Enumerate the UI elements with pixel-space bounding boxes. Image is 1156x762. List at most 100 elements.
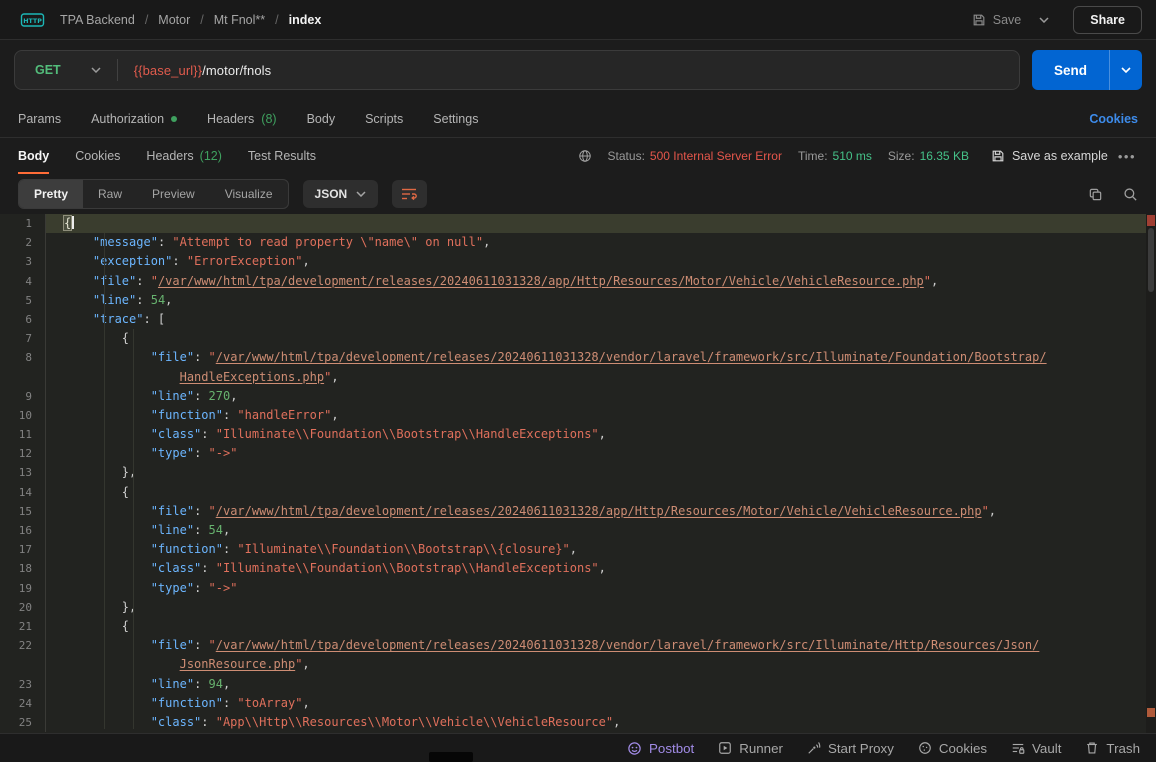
file-path-link[interactable]: JsonResource.php: [180, 657, 296, 671]
code-line-8: 8 "file": "/var/www/html/tpa/development…: [0, 348, 1146, 367]
save-dropdown-button[interactable]: [1033, 11, 1055, 29]
code-line-7: 7 {: [0, 329, 1146, 348]
file-path-link[interactable]: HandleExceptions.php: [180, 370, 325, 384]
code-token: "line": [151, 677, 194, 691]
code-line-24: 24 "function": "toArray",: [0, 694, 1146, 713]
breadcrumb-workspace[interactable]: TPA Backend: [60, 13, 135, 27]
code-line-22: 22 "file": "/var/www/html/tpa/developmen…: [0, 636, 1146, 655]
network-info-icon[interactable]: [578, 149, 592, 163]
line-number: 15: [0, 502, 46, 521]
runner-icon: [718, 741, 732, 755]
file-path-link[interactable]: /var/www/html/tpa/development/releases/2…: [216, 350, 1047, 364]
postbot-icon: [627, 741, 642, 756]
more-actions-button[interactable]: •••: [1116, 145, 1138, 168]
line-number: 3: [0, 252, 46, 271]
view-raw[interactable]: Raw: [83, 180, 137, 208]
response-body-editor[interactable]: 1{2 "message": "Attempt to read property…: [0, 214, 1156, 733]
save-as-example-button[interactable]: Save as example: [991, 149, 1108, 163]
code-text: {: [46, 214, 1146, 233]
code-token: "->": [209, 446, 238, 460]
code-token: "line": [93, 293, 136, 307]
postbot-button[interactable]: Postbot: [627, 741, 694, 756]
url-variable: {{base_url}}: [134, 63, 202, 78]
tab-scripts[interactable]: Scripts: [365, 112, 403, 126]
code-text: "file": "/var/www/html/tpa/development/r…: [46, 502, 1146, 521]
code-token: :: [136, 274, 150, 288]
view-visualize[interactable]: Visualize: [210, 180, 288, 208]
response-tab-test-results[interactable]: Test Results: [248, 138, 316, 174]
file-path-link[interactable]: /var/www/html/tpa/development/releases/2…: [158, 274, 924, 288]
copy-icon: [1088, 187, 1103, 202]
runner-button[interactable]: Runner: [718, 741, 783, 756]
trash-button[interactable]: Trash: [1085, 741, 1140, 756]
vault-button[interactable]: Vault: [1011, 741, 1061, 756]
code-token: {: [122, 331, 129, 345]
file-path-link[interactable]: /var/www/html/tpa/development/releases/2…: [216, 638, 1040, 652]
code-token: 54: [151, 293, 165, 307]
method-selector[interactable]: GET: [15, 51, 117, 89]
code-token: :: [194, 581, 208, 595]
scrollbar-thumb[interactable]: [1148, 228, 1154, 292]
tab-params[interactable]: Params: [18, 112, 61, 126]
cookies-button[interactable]: Cookies: [918, 741, 987, 756]
code-token: :: [194, 523, 208, 537]
code-line-14: 14 {: [0, 483, 1146, 502]
code-line-6: 6 "trace": [: [0, 310, 1146, 329]
response-headers-count-badge: (12): [200, 149, 222, 163]
editor-scrollbar[interactable]: [1146, 214, 1156, 733]
tab-headers[interactable]: Headers (8): [207, 112, 277, 126]
code-token: ,: [570, 542, 577, 556]
send-dropdown-button[interactable]: [1110, 50, 1142, 90]
size-label: Size:: [888, 149, 915, 163]
code-token: :: [223, 408, 237, 422]
code-line-21: 21 {: [0, 617, 1146, 636]
breadcrumb-request[interactable]: index: [289, 13, 322, 27]
bottom-center-handle: [429, 752, 473, 762]
response-tab-headers[interactable]: Headers (12): [146, 138, 221, 174]
tab-authorization[interactable]: Authorization: [91, 112, 177, 126]
code-token: "file": [151, 504, 194, 518]
cookies-link[interactable]: Cookies: [1089, 112, 1138, 126]
send-button[interactable]: Send: [1032, 50, 1110, 90]
request-tabs: Params Authorization Headers (8) Body Sc…: [0, 100, 1156, 138]
line-number: 6: [0, 310, 46, 329]
tab-body[interactable]: Body: [307, 112, 336, 126]
save-button[interactable]: Save: [970, 7, 1024, 33]
chevron-down-icon: [1039, 17, 1049, 23]
wrap-text-toggle[interactable]: [392, 180, 427, 208]
code-token: ,: [331, 370, 338, 384]
code-token: "class": [151, 561, 202, 575]
view-pretty[interactable]: Pretty: [19, 180, 83, 208]
code-token: ,: [331, 408, 338, 422]
code-line-3: 3 "exception": "ErrorException",: [0, 252, 1146, 271]
code-token: {: [122, 485, 129, 499]
search-button[interactable]: [1123, 187, 1138, 202]
code-token: 270: [209, 389, 231, 403]
breadcrumb-folder[interactable]: Mt Fnol**: [214, 13, 265, 27]
format-selector[interactable]: JSON: [303, 180, 379, 208]
code-token: "Illuminate\\Foundation\\Bootstrap\\Hand…: [216, 427, 599, 441]
response-tab-body[interactable]: Body: [18, 138, 49, 174]
file-path-link[interactable]: /var/www/html/tpa/development/releases/2…: [216, 504, 982, 518]
code-token: ": [982, 504, 989, 518]
time-label: Time:: [798, 149, 828, 163]
copy-button[interactable]: [1088, 187, 1103, 202]
url-box: GET {{base_url}}/motor/fnols: [14, 50, 1020, 90]
code-token: "line": [151, 523, 194, 537]
code-token: {: [122, 619, 129, 633]
save-icon: [991, 149, 1005, 163]
code-text: "class": "App\\Http\\Resources\\Motor\\V…: [46, 713, 1146, 732]
response-tab-cookies[interactable]: Cookies: [75, 138, 120, 174]
text-cursor: [72, 216, 74, 229]
url-input[interactable]: {{base_url}}/motor/fnols: [134, 63, 1019, 78]
code-rows: 1{2 "message": "Attempt to read property…: [0, 214, 1146, 733]
breadcrumb-separator: /: [275, 13, 278, 27]
code-token: ,: [302, 254, 309, 268]
code-token: "type": [151, 446, 194, 460]
tab-settings[interactable]: Settings: [433, 112, 478, 126]
start-proxy-button[interactable]: Start Proxy: [807, 741, 894, 756]
view-preview[interactable]: Preview: [137, 180, 210, 208]
breadcrumb-collection[interactable]: Motor: [158, 13, 190, 27]
url-path: /motor/fnols: [202, 63, 271, 78]
share-button[interactable]: Share: [1073, 6, 1142, 34]
